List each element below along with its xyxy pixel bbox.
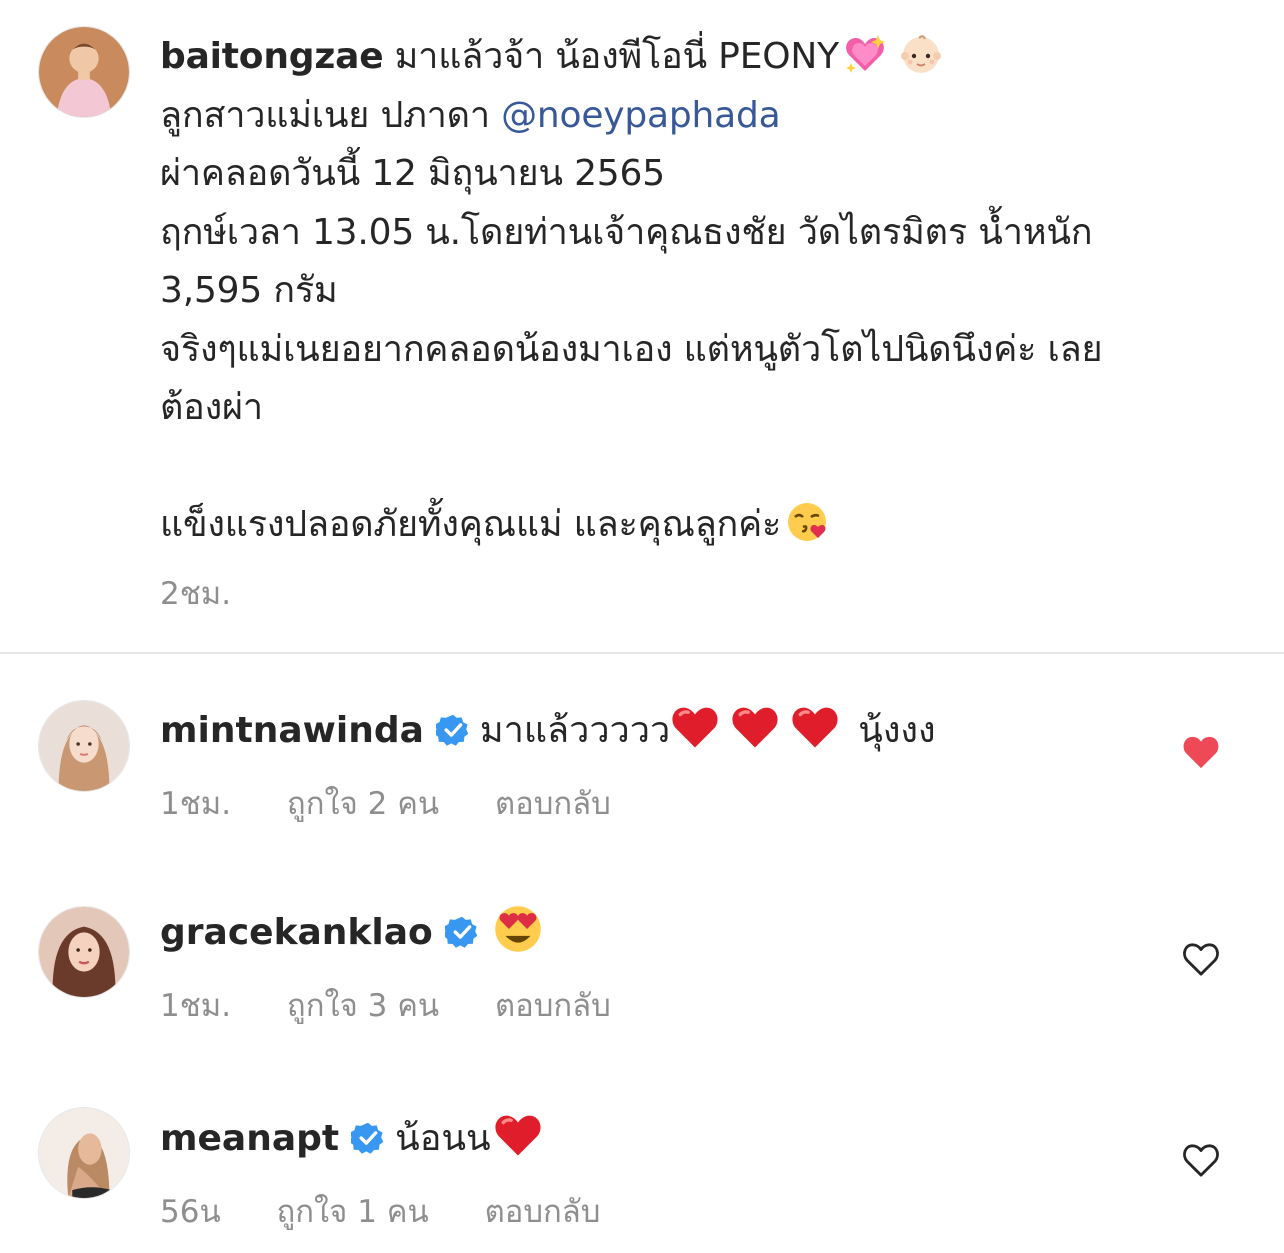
comment-username[interactable]: meanapt: [160, 1118, 339, 1159]
comment-text: น้อนน: [395, 1118, 491, 1159]
post-timestamp: 2ชม.: [160, 576, 232, 612]
comment-likes-count[interactable]: ถูกใจ 1 คน: [277, 1194, 429, 1230]
post-caption: baitongzae มาแล้วจ้า น้องพีโอนี่ PEONY ล…: [160, 28, 1240, 555]
like-button[interactable]: [1182, 941, 1220, 977]
comment-likes-count[interactable]: ถูกใจ 3 คน: [287, 988, 439, 1024]
comment-avatar[interactable]: [38, 700, 130, 792]
caption-line-1: baitongzae มาแล้วจ้า น้องพีโอนี่ PEONY: [160, 28, 1240, 87]
mention-link[interactable]: @noeypaphada: [501, 95, 781, 136]
comment-avatar[interactable]: [38, 1107, 130, 1199]
comment-body: meanapt น้อนน: [160, 1110, 543, 1162]
heart-eyes-icon: [493, 904, 543, 954]
red-heart-icon: [493, 1110, 543, 1160]
like-button[interactable]: [1182, 1142, 1220, 1178]
reply-button[interactable]: ตอบกลับ: [485, 1194, 601, 1230]
red-heart-icon: [670, 702, 720, 752]
comment-username[interactable]: gracekanklao: [160, 912, 433, 953]
caption-line-7: ต้องผ่า: [160, 387, 263, 428]
comment-text: มาแล้ววววว: [479, 710, 671, 751]
caption-text: ลูกสาวแม่เนย ปภาดา: [160, 94, 502, 136]
comment-timestamp: 56น: [160, 1194, 221, 1230]
caption-line-4: ฤกษ์เวลา 13.05 น.โดยท่านเจ้าคุณธงชัย วัด…: [160, 211, 1093, 253]
comment-text: นุ้งงง: [858, 710, 936, 751]
comment-body: gracekanklao: [160, 904, 543, 956]
reply-button[interactable]: ตอบกลับ: [495, 988, 611, 1024]
comment-meta: 1ชม. ถูกใจ 2 คน ตอบกลับ: [160, 778, 657, 828]
red-heart-icon: [790, 702, 840, 752]
comment-username[interactable]: mintnawinda: [160, 710, 424, 751]
caption-text: แข็งแรงปลอดภัยทั้งคุณแม่ และคุณลูกค่ะ: [160, 504, 782, 545]
verified-badge-icon: [435, 713, 470, 747]
caption-line-3: ผ่าคลอดวันนี้ 12 มิถุนายน 2565: [160, 153, 665, 194]
post-meta: 2ชม.: [160, 568, 277, 618]
heart-outline-icon: [1183, 943, 1219, 976]
comment-meta: 56น ถูกใจ 1 คน ตอบกลับ: [160, 1186, 646, 1236]
comment-timestamp: 1ชม.: [160, 988, 232, 1024]
verified-badge-icon: [444, 915, 479, 949]
sparkling-heart-icon: [843, 32, 887, 76]
comment-avatar[interactable]: [38, 906, 130, 998]
comment-likes-count[interactable]: ถูกใจ 2 คน: [287, 786, 439, 822]
post-author-username[interactable]: baitongzae: [160, 36, 384, 77]
heart-outline-icon: [1183, 1144, 1219, 1177]
caption-line-8: แข็งแรงปลอดภัยทั้งคุณแม่ และคุณลูกค่ะ: [160, 496, 1240, 555]
face-blowing-kiss-icon: [785, 500, 829, 544]
reply-button[interactable]: ตอบกลับ: [495, 786, 611, 822]
divider: [0, 652, 1284, 654]
comment-body: mintnawinda มาแล้ววววว นุ้งงง: [160, 702, 936, 754]
caption-line-5: 3,595 กรัม: [160, 270, 338, 311]
comment-timestamp: 1ชม.: [160, 786, 232, 822]
caption-line-6: จริงๆแม่เนยอยากคลอดน้องมาเอง แต่หนูตัวโต…: [160, 328, 1103, 370]
heart-filled-icon: [1183, 736, 1219, 769]
baby-icon: [899, 32, 943, 76]
verified-badge-icon: [351, 1121, 385, 1155]
caption-text: มาแล้วจ้า น้องพีโอนี่ PEONY: [394, 36, 839, 77]
caption-line-2: ลูกสาวแม่เนย ปภาดา @noeypaphada: [160, 87, 1240, 146]
comment-meta: 1ชม. ถูกใจ 3 คน ตอบกลับ: [160, 980, 657, 1030]
like-button[interactable]: [1182, 734, 1220, 770]
red-heart-icon: [730, 702, 780, 752]
post-author-avatar[interactable]: [38, 26, 130, 118]
